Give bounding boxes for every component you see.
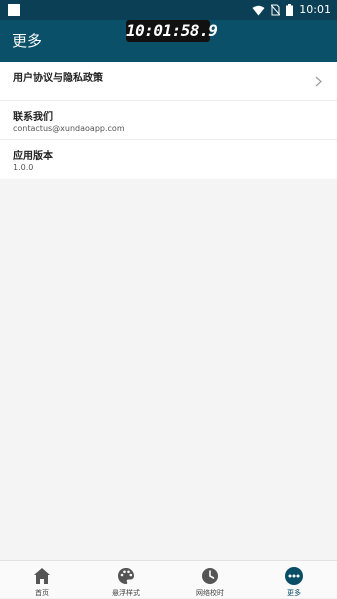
tab-more[interactable]: 更多 — [252, 561, 336, 599]
no-sim-icon — [271, 4, 280, 16]
status-time: 10:01 — [299, 3, 331, 16]
settings-list: 用户协议与隐私政策 联系我们 contactus@xundaoapp.com 应… — [0, 62, 337, 179]
wifi-icon — [252, 5, 265, 15]
tab-float-style[interactable]: 悬浮样式 — [84, 561, 168, 599]
app-version-value: 1.0.0 — [13, 163, 34, 172]
tab-label: 首页 — [35, 589, 49, 597]
home-icon — [34, 568, 50, 584]
palette-icon — [118, 568, 134, 584]
status-icons — [252, 3, 293, 17]
bottom-tab-bar: 首页 悬浮样式 网络校时 更多 — [0, 560, 337, 598]
list-item-title: 联系我们 — [13, 112, 53, 123]
tab-label: 悬浮样式 — [112, 589, 140, 597]
floating-clock[interactable]: 10:01:58.9 — [126, 20, 218, 42]
list-item-contact-us[interactable]: 联系我们 contactus@xundaoapp.com — [0, 101, 337, 140]
more-icon — [285, 567, 303, 585]
status-bar: 10:01 — [0, 0, 337, 20]
page-title: 更多 — [12, 32, 43, 50]
tab-home[interactable]: 首页 — [0, 561, 84, 599]
contact-email: contactus@xundaoapp.com — [13, 124, 125, 133]
list-item-privacy-policy[interactable]: 用户协议与隐私政策 — [0, 62, 337, 101]
list-item-app-version[interactable]: 应用版本 1.0.0 — [0, 140, 337, 179]
tab-network-time[interactable]: 网络校时 — [168, 561, 252, 599]
notification-icon — [8, 4, 20, 16]
list-item-title: 应用版本 — [13, 151, 53, 162]
battery-icon — [286, 4, 293, 16]
chevron-right-icon — [315, 76, 322, 87]
tab-label: 更多 — [287, 589, 301, 597]
tab-label: 网络校时 — [196, 589, 224, 597]
clock-icon — [202, 568, 218, 584]
list-item-title: 用户协议与隐私政策 — [13, 73, 103, 84]
